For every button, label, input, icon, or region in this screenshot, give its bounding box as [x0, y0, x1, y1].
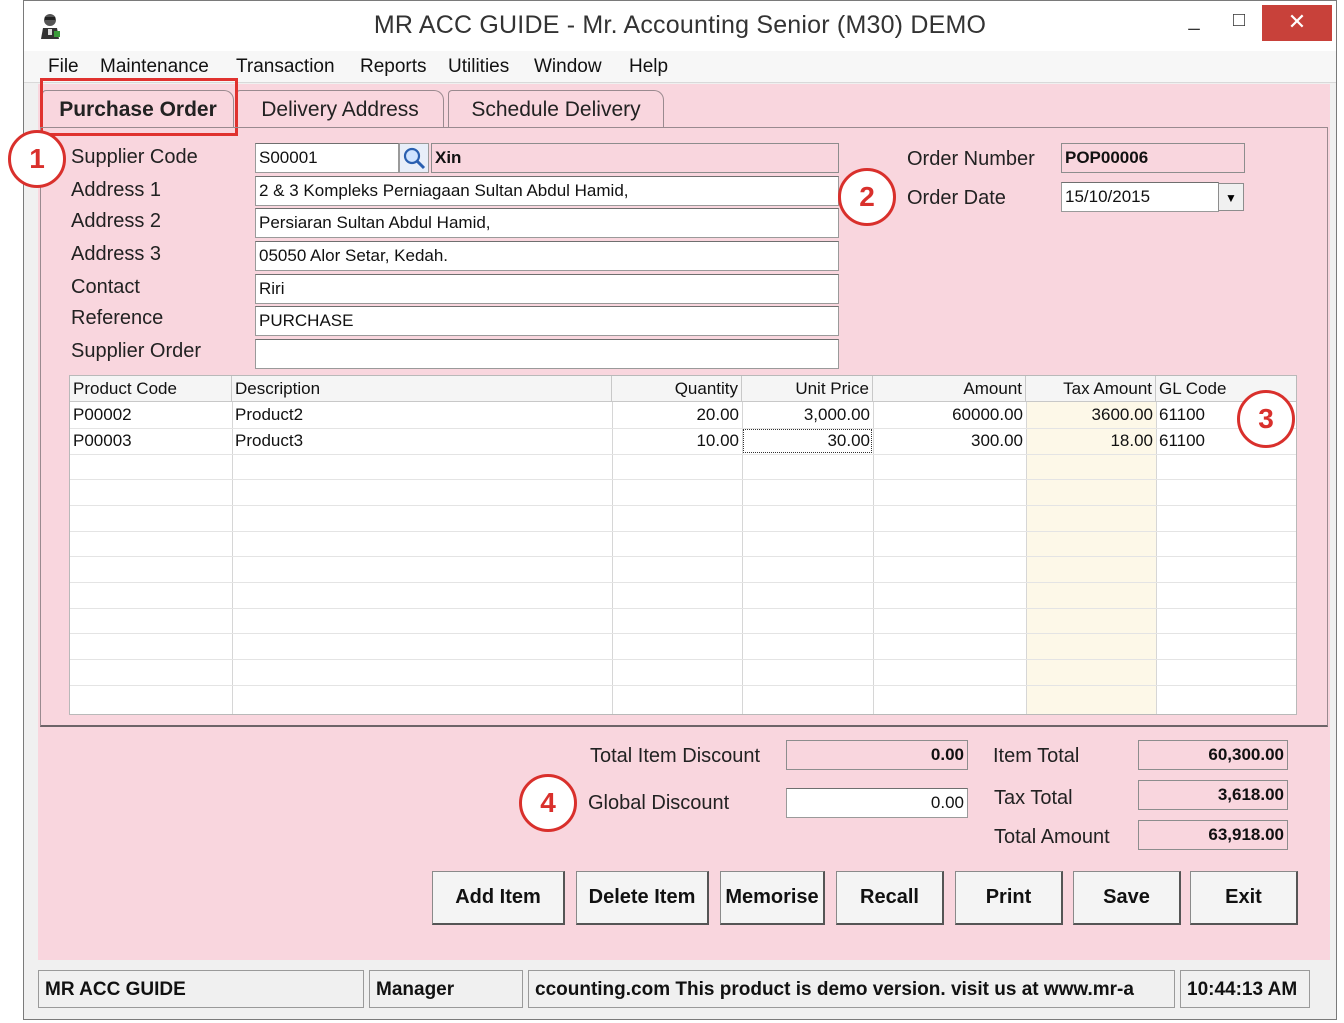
- delete-item-button[interactable]: Delete Item: [576, 871, 709, 925]
- total-item-discount-label: Total Item Discount: [590, 745, 761, 767]
- save-button[interactable]: Save: [1073, 871, 1181, 925]
- reference-label: Reference: [71, 307, 164, 329]
- menu-bar: File Maintenance Transaction Reports Uti…: [24, 51, 1336, 83]
- cell-product-code[interactable]: P00002: [70, 402, 232, 428]
- address1-label: Address 1: [71, 179, 162, 201]
- memorise-button[interactable]: Memorise: [720, 871, 825, 925]
- annotation-badge-1: 1: [8, 130, 66, 188]
- item-total-field: 60,300.00: [1138, 740, 1288, 770]
- status-time: 10:44:13 AM: [1180, 970, 1310, 1008]
- address3-input[interactable]: 05050 Alor Setar, Kedah.: [255, 241, 839, 271]
- supplier-search-button[interactable]: [399, 143, 429, 173]
- address3-label: Address 3: [71, 243, 162, 265]
- tab-purchase-order[interactable]: Purchase Order: [42, 90, 234, 128]
- contact-label: Contact: [71, 276, 140, 298]
- tab-schedule-delivery[interactable]: Schedule Delivery: [448, 90, 664, 128]
- close-button[interactable]: ✕: [1262, 5, 1332, 41]
- menu-transaction[interactable]: Transaction: [236, 56, 335, 78]
- row-divider: [70, 685, 1296, 686]
- row-divider: [70, 479, 1296, 480]
- add-item-button[interactable]: Add Item: [432, 871, 565, 925]
- row-divider: [70, 556, 1296, 557]
- items-table[interactable]: Product Code Description Quantity Unit P…: [69, 375, 1297, 715]
- supplier-order-label: Supplier Order: [71, 340, 202, 362]
- header-unit-price[interactable]: Unit Price: [742, 376, 873, 402]
- app-window: MR ACC GUIDE - Mr. Accounting Senior (M3…: [23, 0, 1337, 1020]
- menu-utilities[interactable]: Utilities: [448, 56, 509, 78]
- supplier-code-label: Supplier Code: [71, 146, 198, 168]
- row-divider: [70, 505, 1296, 506]
- reference-input[interactable]: PURCHASE: [255, 306, 839, 336]
- cell-unit-price[interactable]: 3,000.00: [742, 402, 873, 428]
- tax-total-field: 3,618.00: [1138, 780, 1288, 810]
- order-number-field: POP00006: [1061, 143, 1245, 173]
- status-bar: MR ACC GUIDE Manager ccounting.com This …: [38, 967, 1330, 1011]
- annotation-badge-3: 3: [1237, 390, 1295, 448]
- total-item-discount-field: 0.00: [786, 740, 968, 770]
- cell-quantity[interactable]: 10.00: [612, 428, 742, 454]
- recall-button[interactable]: Recall: [836, 871, 944, 925]
- row-divider: [70, 582, 1296, 583]
- menu-window[interactable]: Window: [534, 56, 602, 78]
- cell-product-code[interactable]: P00003: [70, 428, 232, 454]
- header-tax-amount[interactable]: Tax Amount: [1026, 376, 1156, 402]
- supplier-name-field: Xin: [431, 143, 839, 173]
- item-total-label: Item Total: [993, 745, 1080, 767]
- status-company: MR ACC GUIDE: [38, 970, 364, 1008]
- tax-total-label: Tax Total: [994, 787, 1073, 809]
- tab-delivery-address[interactable]: Delivery Address: [236, 90, 444, 128]
- header-amount[interactable]: Amount: [873, 376, 1026, 402]
- status-user: Manager: [369, 970, 523, 1008]
- cell-description[interactable]: Product3: [232, 428, 612, 454]
- address1-input[interactable]: 2 & 3 Kompleks Perniagaan Sultan Abdul H…: [255, 176, 839, 206]
- window-title: MR ACC GUIDE - Mr. Accounting Senior (M3…: [373, 11, 987, 39]
- total-amount-field: 63,918.00: [1138, 820, 1288, 850]
- print-button[interactable]: Print: [955, 871, 1063, 925]
- header-quantity[interactable]: Quantity: [612, 376, 742, 402]
- order-date-label: Order Date: [907, 187, 1006, 209]
- row-divider: [70, 608, 1296, 609]
- address2-input[interactable]: Persiaran Sultan Abdul Hamid,: [255, 208, 839, 238]
- cell-amount[interactable]: 60000.00: [873, 402, 1026, 428]
- row-divider: [70, 531, 1296, 532]
- order-number-label: Order Number: [907, 148, 1035, 170]
- address2-label: Address 2: [71, 210, 162, 232]
- exit-button[interactable]: Exit: [1190, 871, 1298, 925]
- menu-help[interactable]: Help: [629, 56, 668, 78]
- menu-reports[interactable]: Reports: [360, 56, 427, 78]
- cell-quantity[interactable]: 20.00: [612, 402, 742, 428]
- order-date-dropdown-button[interactable]: ▼: [1218, 183, 1244, 211]
- supplier-order-input[interactable]: [255, 339, 839, 369]
- contact-input[interactable]: Riri: [255, 274, 839, 304]
- cell-focus-outline: [743, 429, 872, 453]
- global-discount-input[interactable]: 0.00: [786, 788, 968, 818]
- order-date-input[interactable]: 15/10/2015: [1061, 182, 1219, 212]
- cell-tax-amount[interactable]: 3600.00: [1026, 402, 1156, 428]
- menu-maintenance[interactable]: Maintenance: [100, 56, 209, 78]
- header-description[interactable]: Description: [232, 376, 612, 402]
- row-divider: [70, 659, 1296, 660]
- annotation-badge-4: 4: [519, 774, 577, 832]
- annotation-badge-2: 2: [838, 168, 896, 226]
- search-icon: [403, 147, 426, 170]
- cell-amount[interactable]: 300.00: [873, 428, 1026, 454]
- chevron-down-icon: ▼: [1225, 191, 1237, 205]
- menu-file[interactable]: File: [48, 56, 79, 78]
- cell-description[interactable]: Product2: [232, 402, 612, 428]
- form-area: Purchase Order Delivery Address Schedule…: [38, 78, 1330, 960]
- status-message: ccounting.com This product is demo versi…: [528, 970, 1175, 1008]
- row-divider: [70, 454, 1296, 455]
- maximize-button[interactable]: □: [1219, 5, 1259, 41]
- table-header: Product Code Description Quantity Unit P…: [70, 376, 1296, 402]
- minimize-button[interactable]: _: [1174, 5, 1214, 41]
- supplier-code-input[interactable]: S00001: [255, 143, 399, 173]
- total-amount-label: Total Amount: [994, 826, 1110, 848]
- header-product-code[interactable]: Product Code: [70, 376, 232, 402]
- cell-tax-amount[interactable]: 18.00: [1026, 428, 1156, 454]
- row-divider: [70, 633, 1296, 634]
- global-discount-label: Global Discount: [588, 792, 730, 814]
- title-bar: MR ACC GUIDE - Mr. Accounting Senior (M3…: [24, 1, 1336, 51]
